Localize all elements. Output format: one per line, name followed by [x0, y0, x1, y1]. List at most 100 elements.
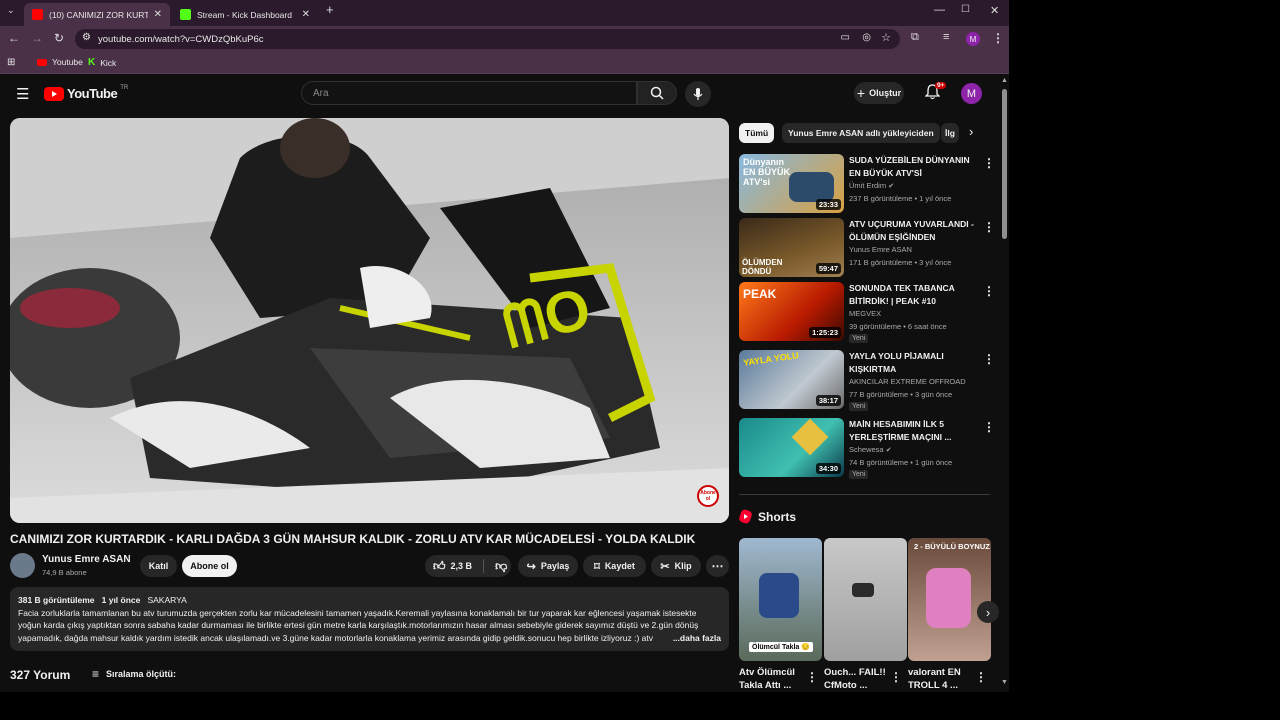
chip-related[interactable]: İlg: [941, 123, 959, 143]
new-tab-icon[interactable]: +: [326, 2, 334, 17]
scroll-down-icon[interactable]: ▼: [1001, 679, 1008, 686]
youtube-favicon-icon: [32, 9, 43, 20]
related-video[interactable]: 34:30 MAİN HESABIMIN İLK 5 YERLEŞTİRME M…: [739, 418, 995, 479]
thumbs-up-icon: 👍︎: [433, 558, 446, 573]
related-channel[interactable]: Ümit Erdim ✔: [849, 181, 894, 190]
chevron-right-icon[interactable]: ›: [969, 124, 973, 139]
bookmark-youtube[interactable]: Youtube: [37, 57, 83, 67]
location-tag[interactable]: SAKARYA: [147, 595, 186, 605]
short-title[interactable]: Atv Ölümcül Takla Attı ...: [739, 666, 805, 692]
related-channel[interactable]: MEGVEX: [849, 309, 881, 318]
more-vert-icon[interactable]: ⋮: [983, 220, 995, 234]
channel-avatar[interactable]: [10, 553, 35, 578]
notifications-button[interactable]: 9+: [924, 82, 947, 105]
chip-from-uploader[interactable]: Yunus Emre ASAN adlı yükleyiciden: [782, 123, 940, 143]
minimize-icon[interactable]: —: [934, 4, 945, 16]
extensions-icon[interactable]: ⧉: [911, 31, 919, 44]
account-avatar[interactable]: M: [961, 83, 982, 104]
video-thumbnail[interactable]: Dünyanın EN BÜYÜK ATV'si 23:33: [739, 154, 844, 213]
sort-button[interactable]: ≡ Sıralama ölçütü:: [92, 667, 176, 681]
youtube-logo[interactable]: YouTube TR: [44, 85, 128, 101]
chip-all[interactable]: Tümü: [739, 123, 775, 143]
maximize-icon[interactable]: ☐: [961, 4, 970, 15]
bookmark-kick[interactable]: K Kick: [88, 57, 116, 68]
subscriber-count: 74,9 B abone: [42, 568, 87, 577]
related-channel[interactable]: AKINCILAR EXTREME OFFROAD: [849, 377, 966, 386]
show-more-link[interactable]: ...daha fazla: [673, 632, 721, 645]
more-vert-icon[interactable]: ⋮: [975, 670, 987, 684]
video-thumbnail[interactable]: ÖLÜMDEN DÖNDÜ 59:47: [739, 218, 844, 277]
back-icon[interactable]: ←: [8, 31, 20, 45]
short-thumbnail[interactable]: 2 - BÜYÜLÜ BOYNUZ: [908, 538, 991, 661]
related-channel[interactable]: Schewesa ✔: [849, 445, 892, 454]
search-input[interactable]: Ara: [301, 81, 637, 105]
forward-icon[interactable]: →: [31, 31, 43, 45]
cast-icon[interactable]: ▭: [841, 32, 850, 43]
video-player[interactable]: ᗰO Abone ol: [10, 118, 729, 523]
clip-button[interactable]: ✂ Klip: [651, 555, 701, 577]
apps-grid-icon[interactable]: ⊞: [7, 57, 15, 68]
more-vert-icon[interactable]: ⋮: [983, 156, 995, 170]
related-video[interactable]: YAYLA YOLU 38:17 YAYLA YOLU PİJAMALI KIŞ…: [739, 350, 995, 411]
short-title[interactable]: Ouch... FAIL!! CfMoto ...: [824, 666, 890, 692]
bookmark-label: Kick: [100, 57, 117, 68]
page-scrollbar[interactable]: ▲ ▼: [1000, 75, 1009, 692]
reload-icon[interactable]: ↻: [54, 31, 64, 45]
tab-youtube[interactable]: (10) CANIMIZI ZOR KURTARDIK ✕: [24, 3, 170, 26]
clip-label: Klip: [674, 561, 692, 571]
media-icon[interactable]: ≡: [943, 31, 949, 43]
more-vert-icon[interactable]: ⋮: [890, 670, 902, 684]
hamburger-menu-icon[interactable]: ☰: [16, 85, 29, 103]
more-vert-icon[interactable]: ⋮: [983, 420, 995, 434]
channel-name[interactable]: Yunus Emre ASAN: [42, 554, 131, 565]
related-video[interactable]: Dünyanın EN BÜYÜK ATV'si 23:33 SUDA YÜZE…: [739, 154, 995, 214]
scissors-icon: ✂: [660, 560, 670, 573]
close-tab-icon[interactable]: ✕: [302, 9, 310, 20]
address-bar[interactable]: ⚙ youtube.com/watch?v=CWDzQbKuP6c ▭ ◎ ☆: [75, 29, 900, 49]
like-button[interactable]: 👍︎ 2,3 B: [433, 559, 472, 574]
related-channel[interactable]: Yunus Emre ASAN: [849, 245, 912, 254]
subscribe-button[interactable]: Abone ol: [182, 555, 237, 577]
description-box[interactable]: 381 B görüntüleme 1 yıl önce SAKARYA Fac…: [10, 587, 729, 651]
short-title[interactable]: valorant EN TROLL 4 ...: [908, 666, 974, 692]
video-thumbnail[interactable]: YAYLA YOLU 38:17: [739, 350, 844, 409]
video-thumbnail[interactable]: PEAK 1:25:23: [739, 282, 844, 341]
bookmark-star-icon[interactable]: ☆: [881, 31, 891, 44]
save-button[interactable]: ⌑ Kaydet: [583, 555, 646, 577]
more-vert-icon[interactable]: ⋮: [983, 352, 995, 366]
related-video[interactable]: PEAK 1:25:23 SONUNDA TEK TABANCA BİTİRDİ…: [739, 282, 995, 343]
video-thumbnail[interactable]: 34:30: [739, 418, 844, 477]
video-duration: 34:30: [815, 463, 841, 474]
share-button[interactable]: ↪ Paylaş: [518, 555, 578, 577]
related-video[interactable]: ÖLÜMDEN DÖNDÜ 59:47 ATV UÇURUMA YUVARLAN…: [739, 218, 995, 278]
more-vert-icon[interactable]: ⋮: [983, 284, 995, 298]
close-window-icon[interactable]: ✕: [990, 4, 999, 17]
tab-kick[interactable]: Stream - Kick Dashboard ✕: [172, 3, 318, 26]
browser-menu-icon[interactable]: ⋮: [992, 31, 1004, 45]
scroll-up-icon[interactable]: ▲: [1001, 77, 1008, 84]
join-button[interactable]: Katıl: [140, 555, 177, 577]
thumbs-down-icon[interactable]: 👎︎: [495, 559, 507, 574]
close-tab-icon[interactable]: ✕: [154, 9, 162, 20]
youtube-header: ☰ YouTube TR Ara + Oluştur 9+ M: [0, 75, 1000, 113]
share-icon: ↪: [526, 560, 536, 573]
shorts-heading: Shorts: [739, 509, 796, 524]
scrollbar-thumb[interactable]: [1002, 89, 1007, 239]
voice-search-button[interactable]: [685, 81, 711, 107]
more-actions-button[interactable]: ⋯: [706, 555, 729, 577]
rank-emblem-graphic: [791, 418, 829, 456]
more-vert-icon[interactable]: ⋮: [806, 670, 818, 684]
tab-search-icon[interactable]: ⌄: [7, 5, 15, 16]
create-label: Oluştur: [869, 88, 902, 98]
site-info-icon[interactable]: ⚙: [82, 32, 91, 43]
thumbnail-text: ÖLÜMDEN DÖNDÜ: [742, 258, 783, 276]
short-thumbnail[interactable]: Ölümcül Takla 😔: [739, 538, 822, 661]
notification-badge: 9+: [935, 82, 947, 89]
shorts-next-button[interactable]: ›: [977, 601, 999, 623]
short-thumbnail[interactable]: [824, 538, 907, 661]
subscribe-watermark[interactable]: Abone ol: [697, 485, 719, 507]
create-button[interactable]: + Oluştur: [854, 82, 904, 104]
search-button[interactable]: [637, 81, 677, 105]
eye-off-icon[interactable]: ◎: [862, 32, 871, 43]
profile-avatar[interactable]: M: [966, 32, 980, 46]
